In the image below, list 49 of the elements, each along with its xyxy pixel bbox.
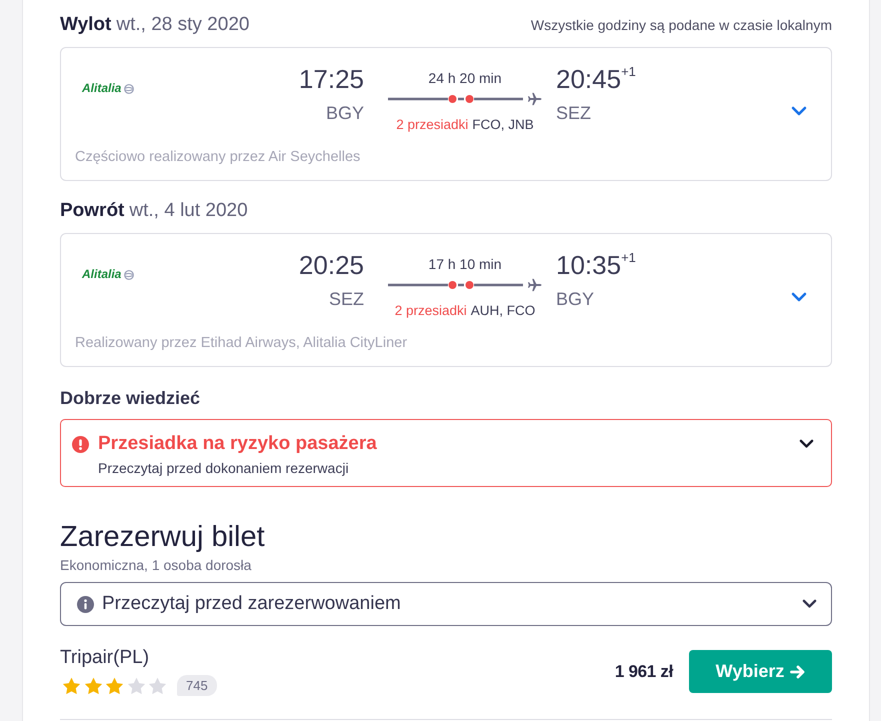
stops-count: 2 przesiadki [396, 117, 468, 133]
alert-card[interactable]: Przesiadka na ryzyko pasażera Przeczytaj przed dokonaniem rezerwacji [60, 419, 832, 487]
flight-duration: 24 h 20 min [428, 70, 502, 86]
leg-date: wt., 4 lut 2020 [129, 199, 248, 223]
timezone-note: Wszystkie godziny są podane w czasie lokalnym [530, 16, 832, 35]
flight-duration: 17 h 10 min [428, 256, 502, 272]
day-offset: +1 [621, 250, 636, 266]
leg-label: Powrót [60, 199, 124, 223]
notice-dropdown[interactable]: Przeczytaj przed zarezerwowaniem [60, 582, 832, 626]
arrow-right-icon [790, 664, 806, 678]
info-icon [77, 596, 94, 612]
airplane-icon [527, 278, 542, 292]
chevron-icon[interactable] [799, 439, 814, 449]
leg-date: wt., 28 sty 2020 [116, 13, 250, 37]
star-icon [84, 676, 102, 694]
review-count: 745 [177, 675, 217, 696]
operated-by-text: Realizowany przez Etihad Airways, Alitalia CityLiner [75, 335, 408, 351]
globe-icon [124, 84, 134, 94]
chevron-icon[interactable] [802, 599, 817, 609]
departure-time: 20:25 [298, 249, 364, 282]
arrival-time: 10:35 [556, 249, 622, 282]
exclamation-icon [72, 436, 89, 452]
section-title: Dobrze wiedzieć [60, 387, 202, 409]
globe-icon [124, 270, 134, 280]
booking-subtitle: Ekonomiczna, 1 osoba dorosła [60, 557, 252, 573]
price: 1 961 zł [614, 662, 673, 682]
stop-airports: AUH, FCO [470, 303, 536, 319]
stop-airports: FCO, JNB [472, 117, 534, 133]
leg-label: Wylot [60, 13, 112, 37]
star-icon [148, 676, 167, 694]
arrival-time: 20:45 [556, 63, 622, 96]
airline-logo: Alitalia [82, 82, 122, 95]
airline-logo: Alitalia [82, 268, 122, 281]
departure-airport: BGY [326, 102, 364, 124]
day-offset: +1 [621, 64, 636, 80]
star-icon [126, 676, 146, 694]
stops-count: 2 przesiadki [394, 303, 467, 319]
alert-title: Przesiadka na ryzyko pasażera [98, 433, 378, 455]
departure-airport: SEZ [328, 288, 364, 310]
airplane-icon [527, 92, 542, 106]
departure-time: 17:25 [298, 63, 364, 96]
arrival-airport: BGY [556, 288, 594, 310]
star-icon [105, 676, 124, 694]
operated-by-text: Częściowo realizowany przez Air Seychelles [75, 149, 362, 165]
star-icon [62, 676, 81, 694]
arrival-airport: SEZ [556, 102, 592, 124]
provider-name: Tripair(PL) [60, 647, 150, 669]
booking-title: Zarezerwuj bilet [60, 520, 266, 554]
alert-text: Przeczytaj przed dokonaniem rezerwacji [98, 460, 350, 476]
